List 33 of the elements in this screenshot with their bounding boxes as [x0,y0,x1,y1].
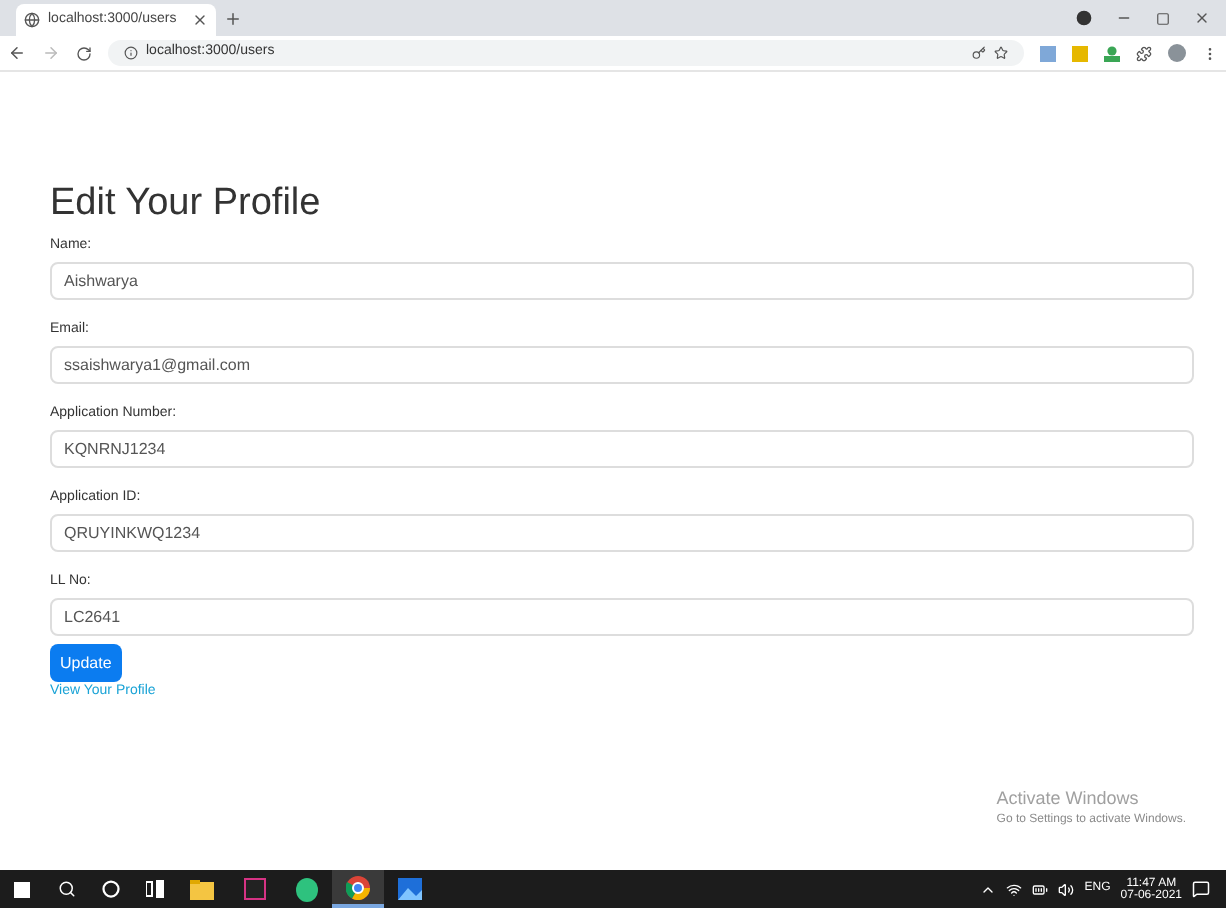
network-icon[interactable] [1006,881,1023,897]
page-title: Edit Your Profile [50,184,323,222]
input-field[interactable]: QRUYINKWQ1234 [50,514,1194,552]
avatar-icon[interactable] [1168,44,1186,62]
reload-icon[interactable] [76,45,92,61]
input-field[interactable]: LC2641 [50,598,1194,636]
close-window-icon[interactable] [1194,10,1210,26]
search-icon[interactable] [57,880,75,898]
update-button[interactable]: Update [50,644,122,682]
input-field[interactable]: KQNRNJ1234 [50,430,1194,468]
maximize-icon[interactable] [1156,11,1170,25]
browser-icon[interactable] [346,875,370,899]
activation-title: Activate Windows [996,785,1141,811]
photos-icon[interactable] [398,878,422,900]
app-icon[interactable] [295,877,317,901]
key-icon[interactable] [972,46,986,60]
input-field[interactable]: ssaishwarya1@gmail.com [50,346,1194,384]
cortana-icon[interactable] [101,880,119,898]
folder-icon[interactable] [190,879,214,899]
terminal-icon[interactable] [243,878,265,900]
input-field[interactable]: Aishwarya [50,262,1194,300]
info-icon [124,46,138,60]
battery-icon[interactable] [1032,881,1049,897]
notification-icon[interactable] [1192,880,1210,898]
back-icon[interactable] [8,44,26,62]
close-icon[interactable] [192,12,208,28]
person-icon[interactable] [1104,45,1120,61]
task-view-icon[interactable] [145,880,163,898]
globe-icon [24,12,40,28]
new-tab-icon[interactable] [224,10,242,28]
volume-icon[interactable] [1058,881,1075,897]
extensions-icon[interactable] [1136,45,1152,61]
star-icon[interactable] [994,46,1008,60]
